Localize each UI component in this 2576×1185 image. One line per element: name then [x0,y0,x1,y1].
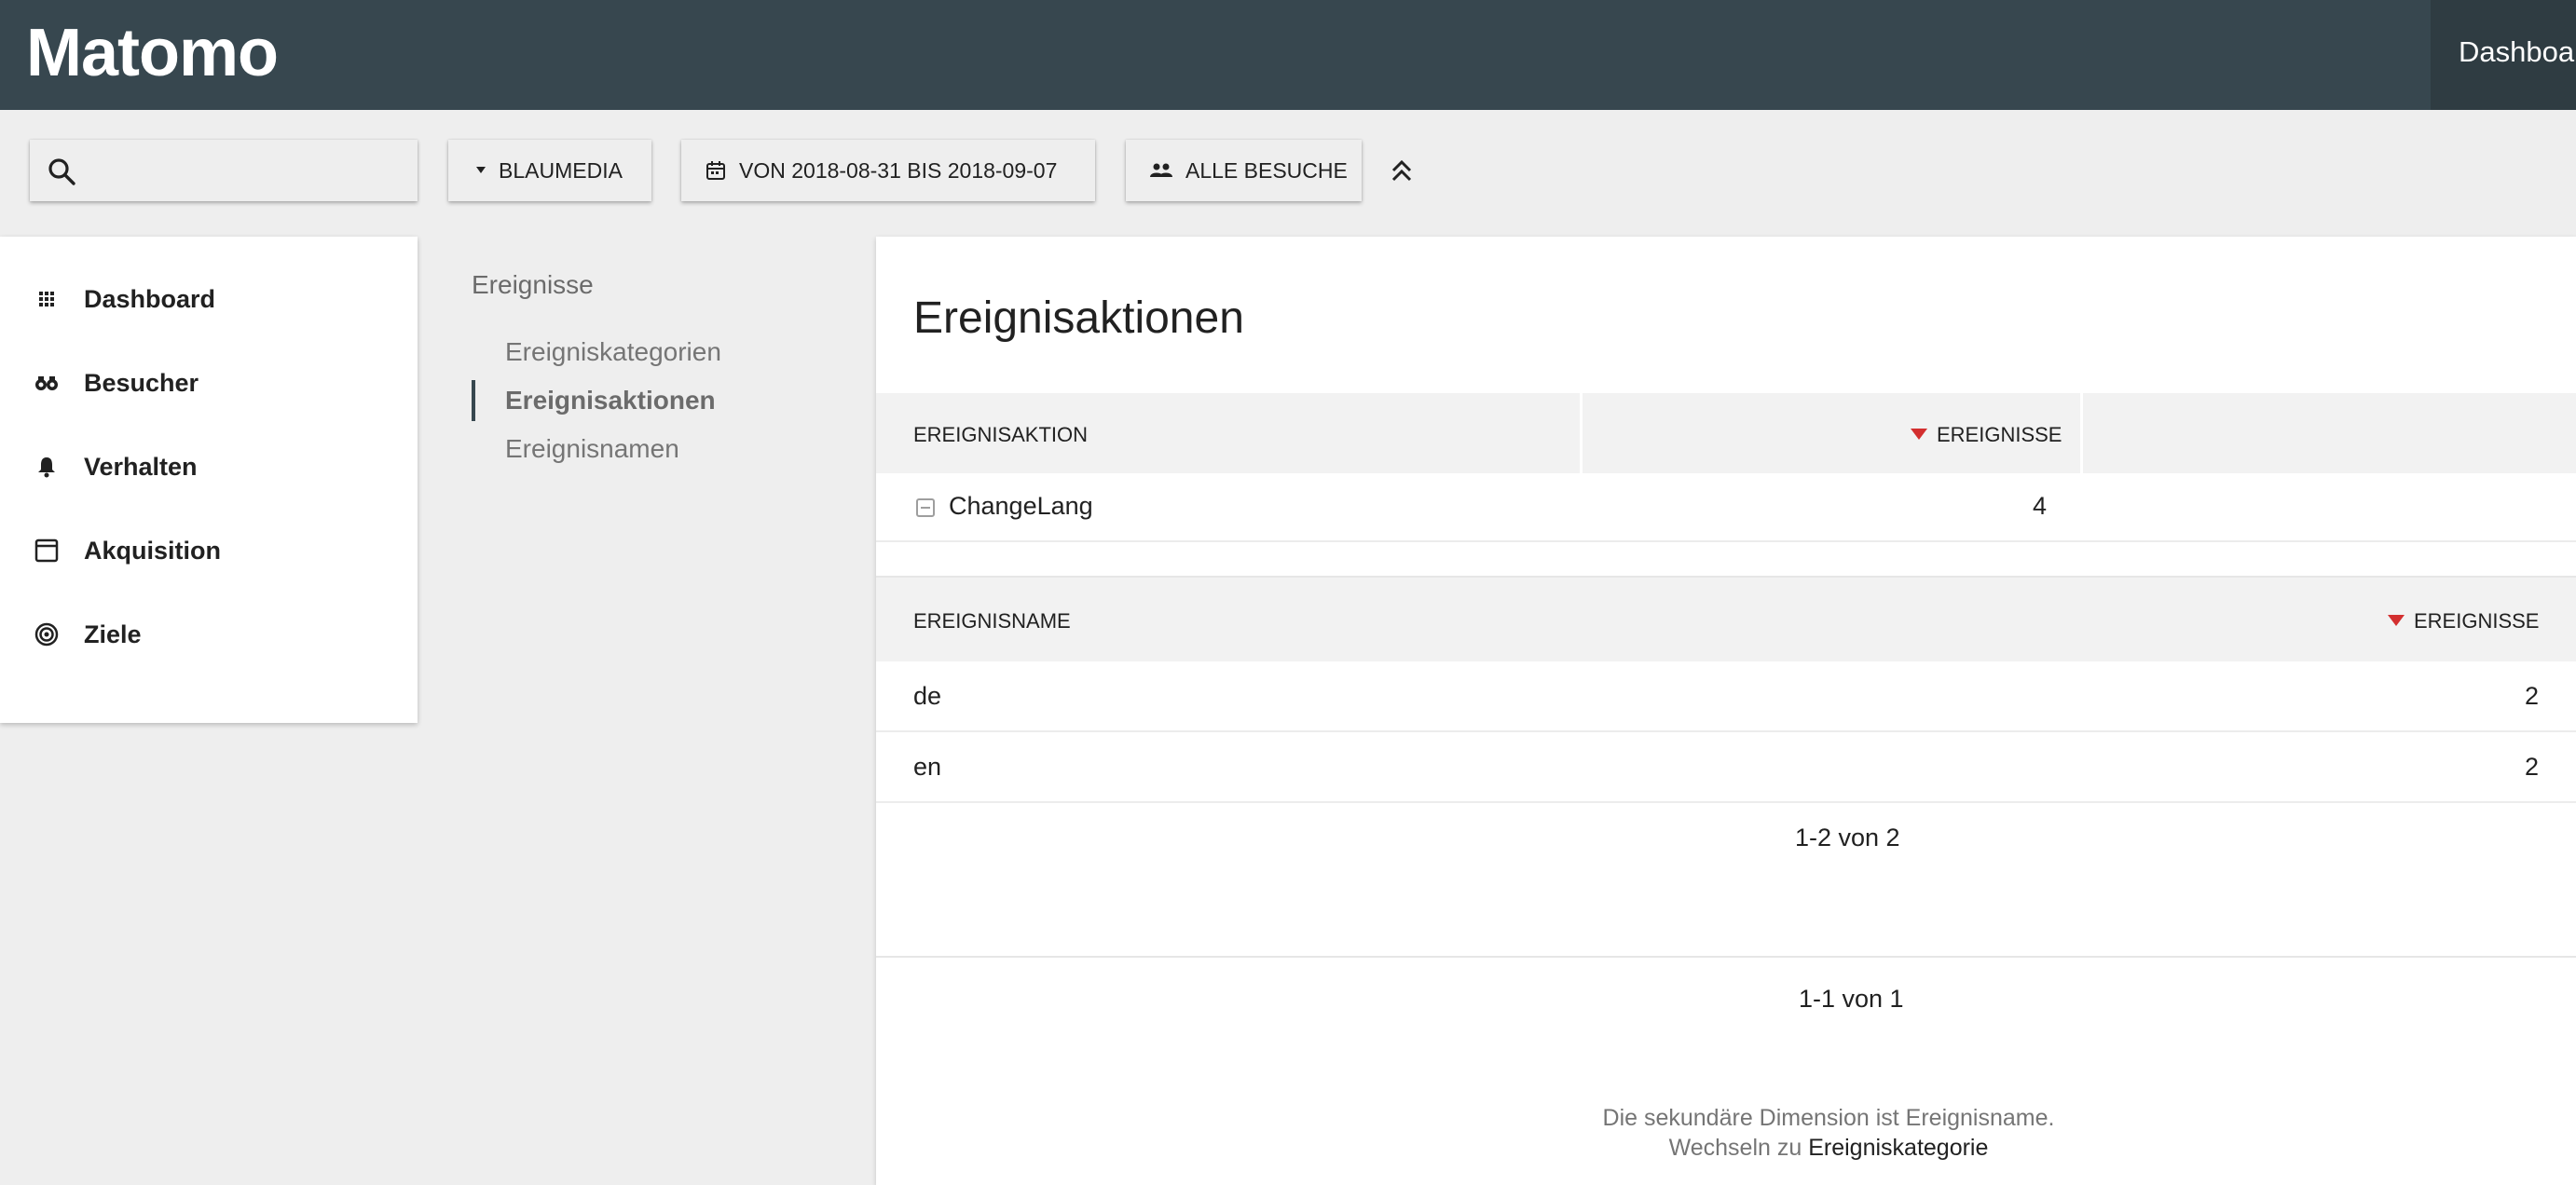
subnav-item-ereigniskategorien[interactable]: Ereigniskategorien [505,337,721,367]
secondary-dimension-note: Die sekundäre Dimension ist Ereignisname… [1602,1105,2055,1131]
top-bar: Matomo Dashboard [0,0,2576,110]
subnav-item-ereignisaktionen[interactable]: Ereignisaktionen [505,386,716,415]
site-selector[interactable]: BLAUMEDIA [448,140,651,201]
subnav-item-ereignisnamen[interactable]: Ereignisnamen [505,434,679,464]
menu-item-label: Verhalten [84,452,198,481]
menu-item-label: Akquisition [84,536,221,565]
window-icon [34,538,59,563]
column-header-ereignisname[interactable]: EREIGNISNAME [913,609,1071,633]
subtable-row[interactable]: en 2 [876,732,2576,803]
menu-item-label: Ziele [84,620,142,648]
subnav-title: Ereignisse [472,270,594,299]
binoculars-icon [35,376,58,390]
date-range-selector[interactable]: VON 2018-08-31 BIS 2018-09-07 [681,140,1095,201]
segment-selector[interactable]: ALLE BESUCHE [1126,140,1362,201]
row-label: de [913,682,942,710]
collapse-up-icon[interactable] [1389,157,1415,184]
main-menu: Dashboard Besucher Verhalten Akquisition… [0,237,418,723]
column-separator [1580,393,1583,473]
top-nav-dashboard[interactable]: Dashboard [2431,0,2576,110]
menu-item-label: Besucher [84,368,199,397]
report-title: Ereignisaktionen [913,293,1244,343]
divider [876,956,2576,958]
sort-desc-icon [1911,429,1927,440]
table-row[interactable]: ChangeLang 4 [876,473,2576,542]
column-separator [2080,393,2083,473]
column-header-ereignisse[interactable]: EREIGNISSE [1911,423,2062,447]
report-card: Ereignisaktionen EREIGNISAKTION EREIGNIS… [876,237,2576,1185]
subtable-column-header-ereignisse[interactable]: EREIGNISSE [2388,609,2539,633]
bell-icon [38,457,55,478]
row-value: 2 [2524,682,2539,710]
menu-item-ziele[interactable]: Ziele [0,592,418,676]
collapse-row-icon[interactable] [916,498,935,517]
column-header-ereignisse-label: EREIGNISSE [1937,423,2062,446]
segment-label: ALLE BESUCHE [1185,157,1348,183]
menu-item-akquisition[interactable]: Akquisition [0,509,418,592]
subtable-column-header-label: EREIGNISSE [2414,609,2540,633]
column-header-ereignisaktion[interactable]: EREIGNISAKTION [913,423,1088,447]
table-header: EREIGNISAKTION EREIGNISSE [876,393,2576,473]
date-range-label: VON 2018-08-31 BIS 2018-09-07 [739,157,1058,183]
subtable-header: EREIGNISNAME EREIGNISSE [876,576,2576,661]
search-icon [48,158,75,185]
caret-down-icon [476,167,486,174]
top-nav-dashboard-label: Dashboard [2459,35,2576,68]
row-label: en [913,753,942,781]
search-input[interactable] [30,140,418,201]
row-value: 4 [2032,492,2047,520]
subtable-row[interactable]: de 2 [876,661,2576,732]
calendar-icon [706,160,726,181]
target-icon [34,622,59,647]
menu-item-dashboard[interactable]: Dashboard [0,257,418,341]
row-value: 2 [2524,753,2539,781]
switch-dimension-link[interactable]: Ereigniskategorie [1808,1135,1988,1161]
row-label: ChangeLang [949,492,1093,520]
matomo-logo[interactable]: Matomo [26,11,279,95]
menu-item-besucher[interactable]: Besucher [0,341,418,425]
grid-icon [39,292,54,306]
users-icon [1150,162,1172,179]
switch-prefix: Wechseln zu [1668,1135,1802,1161]
sort-desc-icon [2388,615,2405,626]
table-pagination: 1-1 von 1 [1799,985,1904,1013]
site-selector-label: BLAUMEDIA [499,157,623,183]
secondary-dimension-switch: Wechseln zu Ereigniskategorie [876,1133,2576,1163]
menu-item-verhalten[interactable]: Verhalten [0,425,418,509]
subnav-active-indicator [472,380,475,421]
menu-item-label: Dashboard [84,284,216,313]
subtable-pagination: 1-2 von 2 [1795,824,1900,851]
